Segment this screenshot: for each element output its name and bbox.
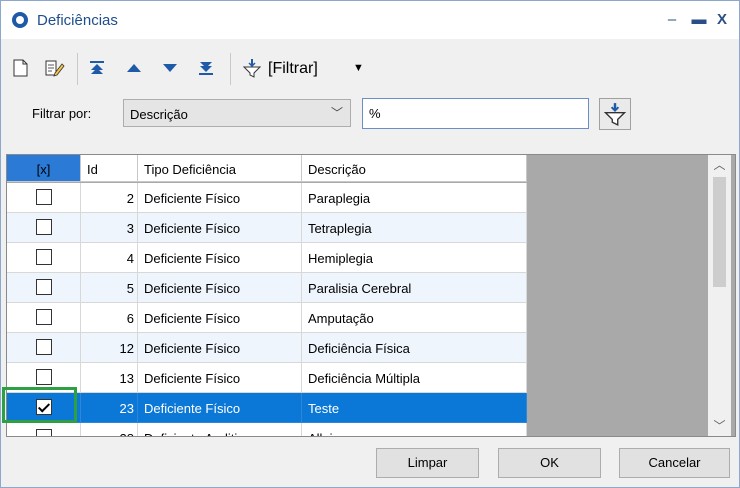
filter-field-value: Descrição — [130, 107, 188, 122]
tipo-cell: Deficiente Físico — [138, 213, 302, 243]
edit-document-icon[interactable] — [43, 57, 65, 79]
id-cell: 2 — [81, 183, 138, 213]
filter-funnel-icon[interactable] — [241, 57, 263, 79]
next-record-icon[interactable] — [159, 57, 181, 79]
descricao-cell: Hemiplegia — [302, 243, 527, 273]
id-cell: 23 — [81, 393, 138, 423]
dialog-window: Deficiências – ▬ X [Filtrar] ▼ Filtrar p… — [0, 0, 740, 488]
chevron-down-icon: ﹀ — [330, 106, 343, 120]
descricao-cell: Deficiência Física — [302, 333, 527, 363]
clear-button[interactable]: Limpar — [376, 448, 479, 478]
filter-by-label: Filtrar por: — [32, 106, 92, 121]
table-row[interactable]: 4 Deficiente Físico Hemiplegia — [7, 243, 527, 273]
descricao-cell: Paraplegia — [302, 183, 527, 213]
minimize-button[interactable]: – — [658, 7, 686, 33]
scrollbar-thumb[interactable] — [713, 177, 726, 287]
filter-dropdown-caret-icon[interactable]: ▼ — [353, 62, 364, 74]
select-cell[interactable] — [7, 273, 81, 303]
apply-filter-button[interactable] — [599, 98, 631, 130]
descricao-cell: Allain — [302, 423, 527, 436]
tipo-cell: Deficiente Auditivo — [138, 423, 302, 436]
id-cell: 12 — [81, 333, 138, 363]
checkbox[interactable] — [36, 429, 52, 436]
previous-record-icon[interactable] — [123, 57, 145, 79]
tipo-cell: Deficiente Físico — [138, 363, 302, 393]
id-cell: 5 — [81, 273, 138, 303]
toolbar-separator — [77, 53, 78, 85]
header-descricao[interactable]: Descrição — [302, 155, 527, 182]
tipo-cell: Deficiente Físico — [138, 333, 302, 363]
scroll-up-icon[interactable]: ︿ — [708, 155, 731, 175]
close-button[interactable]: X — [708, 7, 736, 33]
deficiencies-grid: [x] Id Tipo Deficiência Descrição 2 Defic… — [6, 154, 736, 437]
checkbox[interactable] — [36, 279, 52, 295]
table-row[interactable]: 12 Deficiente Físico Deficiência Física — [7, 333, 527, 363]
select-cell[interactable] — [7, 183, 81, 213]
select-cell[interactable] — [7, 243, 81, 273]
id-cell: 3 — [81, 213, 138, 243]
app-icon — [12, 12, 28, 28]
scroll-down-icon[interactable]: ﹀ — [708, 416, 731, 436]
header-tipo[interactable]: Tipo Deficiência — [138, 155, 302, 182]
vertical-scrollbar[interactable]: ︿ ﹀ — [708, 155, 731, 436]
filter-menu-label[interactable]: [Filtrar] — [268, 60, 318, 78]
checkbox[interactable] — [36, 249, 52, 265]
descricao-cell: Amputação — [302, 303, 527, 333]
table-row[interactable]: 6 Deficiente Físico Amputação — [7, 303, 527, 333]
checkbox[interactable] — [36, 309, 52, 325]
table-row[interactable]: 3 Deficiente Físico Tetraplegia — [7, 213, 527, 243]
tipo-cell: Deficiente Físico — [138, 303, 302, 333]
filter-value-input[interactable] — [362, 98, 589, 129]
header-id[interactable]: Id — [81, 155, 138, 182]
toolbar: [Filtrar] ▼ — [1, 47, 739, 93]
title-bar: Deficiências – ▬ X — [1, 1, 739, 39]
descricao-cell: Deficiência Múltipla — [302, 363, 527, 393]
ok-button[interactable]: OK — [498, 448, 601, 478]
selected-checkbox-highlight — [2, 387, 77, 423]
last-record-icon[interactable] — [195, 57, 217, 79]
window-title: Deficiências — [37, 12, 118, 29]
descricao-cell: Teste — [302, 393, 527, 423]
id-cell: 28 — [81, 423, 138, 436]
id-cell: 13 — [81, 363, 138, 393]
checkbox[interactable] — [36, 339, 52, 355]
filter-field-select[interactable]: Descrição ﹀ — [123, 99, 351, 127]
select-cell[interactable] — [7, 333, 81, 363]
select-cell[interactable] — [7, 213, 81, 243]
table-row[interactable]: 5 Deficiente Físico Paralisia Cerebral — [7, 273, 527, 303]
table-row[interactable]: 23 Deficiente Físico Teste — [7, 393, 527, 423]
descricao-cell: Tetraplegia — [302, 213, 527, 243]
cancel-button[interactable]: Cancelar — [619, 448, 730, 478]
new-document-icon[interactable] — [9, 57, 31, 79]
toolbar-separator — [230, 53, 231, 85]
id-cell: 4 — [81, 243, 138, 273]
table-row[interactable]: 28Deficiente AuditivoAllain — [7, 423, 527, 436]
table-row[interactable]: 13 Deficiente Físico Deficiência Múltipla — [7, 363, 527, 393]
checkbox[interactable] — [36, 189, 52, 205]
select-cell[interactable] — [7, 423, 81, 436]
table-row[interactable]: 2 Deficiente Físico Paraplegia — [7, 183, 527, 213]
tipo-cell: Deficiente Físico — [138, 243, 302, 273]
select-cell[interactable] — [7, 303, 81, 333]
first-record-icon[interactable] — [86, 57, 108, 79]
header-select[interactable]: [x] — [7, 155, 81, 182]
tipo-cell: Deficiente Físico — [138, 183, 302, 213]
id-cell: 6 — [81, 303, 138, 333]
checkbox[interactable] — [36, 369, 52, 385]
descricao-cell: Paralisia Cerebral — [302, 273, 527, 303]
filter-funnel-icon — [603, 103, 627, 127]
tipo-cell: Deficiente Físico — [138, 273, 302, 303]
checkbox[interactable] — [36, 219, 52, 235]
tipo-cell: Deficiente Físico — [138, 393, 302, 423]
